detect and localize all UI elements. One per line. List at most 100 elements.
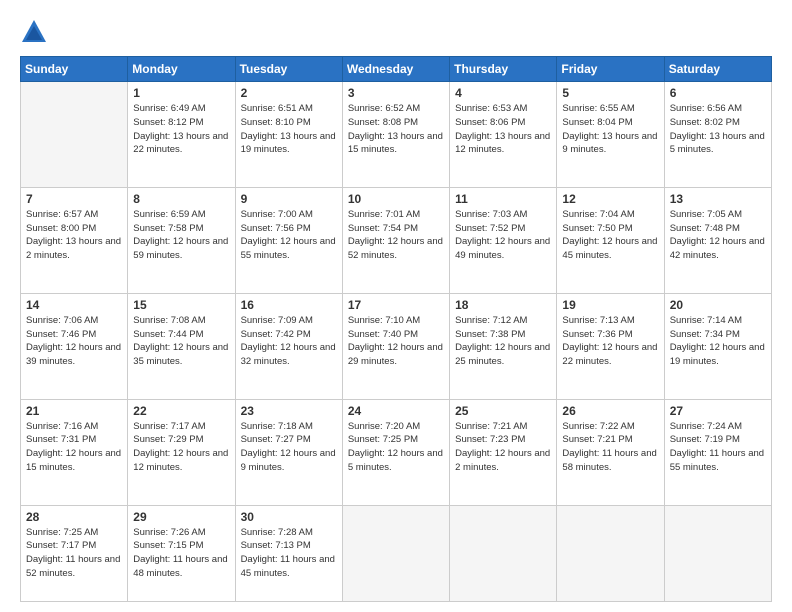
calendar-day: 25 Sunrise: 7:21 AMSunset: 7:23 PMDayligh…	[450, 399, 557, 505]
day-number: 28	[26, 510, 122, 524]
calendar-day: 20Sunrise: 7:14 AMSunset: 7:34 PMDayligh…	[664, 293, 771, 399]
calendar-day: 28 Sunrise: 7:25 AMSunset: 7:17 PMDayligh…	[21, 505, 128, 601]
day-number: 24	[348, 404, 444, 418]
calendar-week-0: 1Sunrise: 6:49 AMSunset: 8:12 PMDaylight…	[21, 82, 772, 188]
calendar-day: 24 Sunrise: 7:20 AMSunset: 7:25 PMDayligh…	[342, 399, 449, 505]
calendar-week-1: 7 Sunrise: 6:57 AMSunset: 8:00 PMDaylight…	[21, 187, 772, 293]
weekday-header-monday: Monday	[128, 57, 235, 82]
day-number: 9	[241, 192, 337, 206]
day-info: Sunrise: 7:01 AMSunset: 7:54 PMDaylight:…	[348, 208, 444, 263]
calendar-day: 3Sunrise: 6:52 AMSunset: 8:08 PMDaylight…	[342, 82, 449, 188]
day-info: Sunrise: 7:06 AMSunset: 7:46 PMDaylight:…	[26, 314, 122, 369]
calendar-week-4: 28 Sunrise: 7:25 AMSunset: 7:17 PMDayligh…	[21, 505, 772, 601]
calendar-table: SundayMondayTuesdayWednesdayThursdayFrid…	[20, 56, 772, 602]
calendar-day	[342, 505, 449, 601]
day-info: Sunrise: 6:57 AMSunset: 8:00 PMDaylight:…	[26, 208, 122, 263]
calendar-day: 12Sunrise: 7:04 AMSunset: 7:50 PMDayligh…	[557, 187, 664, 293]
day-info: Sunrise: 7:20 AMSunset: 7:25 PMDaylight:…	[348, 420, 444, 475]
day-number: 18	[455, 298, 551, 312]
calendar-day: 6 Sunrise: 6:56 AMSunset: 8:02 PMDaylight…	[664, 82, 771, 188]
day-number: 12	[562, 192, 658, 206]
calendar-body: 1Sunrise: 6:49 AMSunset: 8:12 PMDaylight…	[21, 82, 772, 602]
calendar-day: 29 Sunrise: 7:26 AMSunset: 7:15 PMDayligh…	[128, 505, 235, 601]
page: SundayMondayTuesdayWednesdayThursdayFrid…	[0, 0, 792, 612]
calendar-week-3: 21Sunrise: 7:16 AMSunset: 7:31 PMDayligh…	[21, 399, 772, 505]
calendar-day: 19Sunrise: 7:13 AMSunset: 7:36 PMDayligh…	[557, 293, 664, 399]
day-info: Sunrise: 6:59 AMSunset: 7:58 PMDaylight:…	[133, 208, 229, 263]
day-info: Sunrise: 7:24 AMSunset: 7:19 PMDaylight:…	[670, 420, 766, 475]
calendar-day: 16 Sunrise: 7:09 AMSunset: 7:42 PMDayligh…	[235, 293, 342, 399]
day-number: 20	[670, 298, 766, 312]
calendar-day: 23 Sunrise: 7:18 AMSunset: 7:27 PMDayligh…	[235, 399, 342, 505]
calendar-day: 21Sunrise: 7:16 AMSunset: 7:31 PMDayligh…	[21, 399, 128, 505]
day-info: Sunrise: 7:09 AMSunset: 7:42 PMDaylight:…	[241, 314, 337, 369]
calendar-day	[664, 505, 771, 601]
day-number: 19	[562, 298, 658, 312]
day-number: 21	[26, 404, 122, 418]
logo	[20, 18, 52, 46]
day-info: Sunrise: 6:51 AMSunset: 8:10 PMDaylight:…	[241, 102, 337, 157]
day-number: 22	[133, 404, 229, 418]
day-number: 8	[133, 192, 229, 206]
calendar-day: 14 Sunrise: 7:06 AMSunset: 7:46 PMDayligh…	[21, 293, 128, 399]
day-info: Sunrise: 6:49 AMSunset: 8:12 PMDaylight:…	[133, 102, 229, 157]
calendar-day: 18 Sunrise: 7:12 AMSunset: 7:38 PMDayligh…	[450, 293, 557, 399]
day-number: 29	[133, 510, 229, 524]
calendar-day: 5 Sunrise: 6:55 AMSunset: 8:04 PMDaylight…	[557, 82, 664, 188]
day-info: Sunrise: 7:22 AMSunset: 7:21 PMDaylight:…	[562, 420, 658, 475]
day-info: Sunrise: 6:55 AMSunset: 8:04 PMDaylight:…	[562, 102, 658, 157]
calendar-day: 27 Sunrise: 7:24 AMSunset: 7:19 PMDayligh…	[664, 399, 771, 505]
day-info: Sunrise: 7:00 AMSunset: 7:56 PMDaylight:…	[241, 208, 337, 263]
day-number: 27	[670, 404, 766, 418]
day-number: 26	[562, 404, 658, 418]
day-number: 4	[455, 86, 551, 100]
calendar-header: SundayMondayTuesdayWednesdayThursdayFrid…	[21, 57, 772, 82]
header	[20, 18, 772, 46]
day-info: Sunrise: 7:03 AMSunset: 7:52 PMDaylight:…	[455, 208, 551, 263]
day-info: Sunrise: 7:10 AMSunset: 7:40 PMDaylight:…	[348, 314, 444, 369]
day-number: 10	[348, 192, 444, 206]
day-number: 3	[348, 86, 444, 100]
calendar-day: 8 Sunrise: 6:59 AMSunset: 7:58 PMDaylight…	[128, 187, 235, 293]
day-info: Sunrise: 7:18 AMSunset: 7:27 PMDaylight:…	[241, 420, 337, 475]
calendar-day: 26 Sunrise: 7:22 AMSunset: 7:21 PMDayligh…	[557, 399, 664, 505]
day-info: Sunrise: 7:21 AMSunset: 7:23 PMDaylight:…	[455, 420, 551, 475]
calendar-day	[21, 82, 128, 188]
calendar-day: 2 Sunrise: 6:51 AMSunset: 8:10 PMDaylight…	[235, 82, 342, 188]
weekday-header-friday: Friday	[557, 57, 664, 82]
calendar-day: 30Sunrise: 7:28 AMSunset: 7:13 PMDayligh…	[235, 505, 342, 601]
day-info: Sunrise: 7:28 AMSunset: 7:13 PMDaylight:…	[241, 526, 337, 581]
day-number: 16	[241, 298, 337, 312]
day-info: Sunrise: 7:08 AMSunset: 7:44 PMDaylight:…	[133, 314, 229, 369]
calendar-day: 9 Sunrise: 7:00 AMSunset: 7:56 PMDaylight…	[235, 187, 342, 293]
day-number: 6	[670, 86, 766, 100]
day-number: 17	[348, 298, 444, 312]
day-info: Sunrise: 7:26 AMSunset: 7:15 PMDaylight:…	[133, 526, 229, 581]
day-number: 14	[26, 298, 122, 312]
calendar-week-2: 14 Sunrise: 7:06 AMSunset: 7:46 PMDayligh…	[21, 293, 772, 399]
calendar-day	[450, 505, 557, 601]
calendar-day: 4 Sunrise: 6:53 AMSunset: 8:06 PMDaylight…	[450, 82, 557, 188]
calendar-day: 17 Sunrise: 7:10 AMSunset: 7:40 PMDayligh…	[342, 293, 449, 399]
calendar-day: 22Sunrise: 7:17 AMSunset: 7:29 PMDayligh…	[128, 399, 235, 505]
day-info: Sunrise: 7:25 AMSunset: 7:17 PMDaylight:…	[26, 526, 122, 581]
logo-icon	[20, 18, 48, 46]
calendar-day: 11Sunrise: 7:03 AMSunset: 7:52 PMDayligh…	[450, 187, 557, 293]
weekday-header-thursday: Thursday	[450, 57, 557, 82]
day-number: 25	[455, 404, 551, 418]
weekday-header-saturday: Saturday	[664, 57, 771, 82]
day-number: 5	[562, 86, 658, 100]
calendar-day	[557, 505, 664, 601]
calendar-day: 7 Sunrise: 6:57 AMSunset: 8:00 PMDaylight…	[21, 187, 128, 293]
day-number: 2	[241, 86, 337, 100]
day-info: Sunrise: 7:12 AMSunset: 7:38 PMDaylight:…	[455, 314, 551, 369]
day-number: 13	[670, 192, 766, 206]
day-number: 23	[241, 404, 337, 418]
calendar-day: 1Sunrise: 6:49 AMSunset: 8:12 PMDaylight…	[128, 82, 235, 188]
day-info: Sunrise: 6:53 AMSunset: 8:06 PMDaylight:…	[455, 102, 551, 157]
day-info: Sunrise: 7:05 AMSunset: 7:48 PMDaylight:…	[670, 208, 766, 263]
weekday-header-sunday: Sunday	[21, 57, 128, 82]
day-info: Sunrise: 6:56 AMSunset: 8:02 PMDaylight:…	[670, 102, 766, 157]
weekday-row: SundayMondayTuesdayWednesdayThursdayFrid…	[21, 57, 772, 82]
day-number: 7	[26, 192, 122, 206]
